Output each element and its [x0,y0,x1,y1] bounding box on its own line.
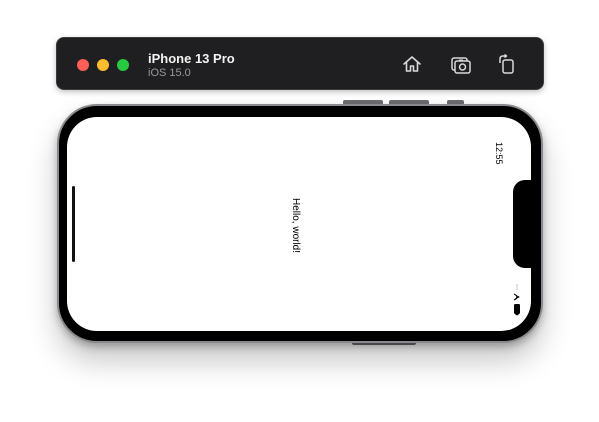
camera-icon [451,57,471,74]
simulator-window: iPhone 13 Pro iOS 15.0 12:55 Hello, worl… [0,0,599,422]
home-icon [403,56,421,72]
home-button[interactable] [401,53,423,75]
home-indicator[interactable] [72,186,75,262]
zoom-window-button[interactable] [117,59,129,71]
screenshot-button[interactable] [450,53,472,75]
rotate-button[interactable] [496,53,518,75]
minimize-window-button[interactable] [97,59,109,71]
status-time: 12:55 [494,142,504,165]
notch [513,180,535,268]
rotate-icon [499,53,514,74]
hello-label: Hello, world! [290,198,301,254]
wifi-icon [513,293,520,301]
os-version: iOS 15.0 [148,67,191,79]
battery-icon [514,304,520,316]
cellular-icon [516,284,518,290]
simulator-titlebar: iPhone 13 Pro iOS 15.0 [56,37,544,90]
device-name: iPhone 13 Pro [148,51,235,66]
status-icons [512,284,522,320]
close-window-button[interactable] [77,59,89,71]
